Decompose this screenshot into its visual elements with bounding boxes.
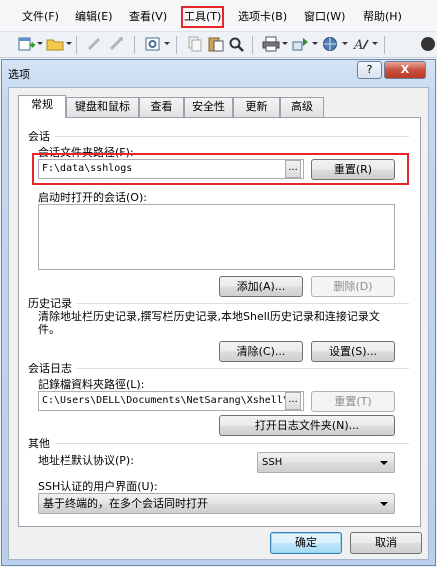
paste-icon[interactable]	[207, 36, 225, 52]
default-protocol-label: 地址栏默认协议(P):	[38, 454, 134, 467]
tab-view[interactable]: 查看	[139, 97, 184, 117]
globe-icon[interactable]	[322, 36, 340, 52]
chevron-down-icon[interactable]	[342, 42, 348, 45]
add-session-button[interactable]: 添加(A)...	[219, 276, 303, 297]
svg-text:A: A	[353, 38, 363, 52]
menu-edit[interactable]: 编辑(E)	[75, 9, 113, 25]
tab-advanced[interactable]: 高级	[280, 97, 324, 117]
ok-button[interactable]: 确定	[270, 532, 342, 554]
toolbar-separator	[134, 36, 135, 54]
log-folder-reset-button[interactable]: 重置(T)	[311, 391, 395, 412]
clear-history-button[interactable]: 清除(C)...	[219, 341, 303, 362]
menu-file[interactable]: 文件(F)	[22, 9, 59, 25]
chevron-down-icon[interactable]	[372, 42, 378, 45]
log-folder-label: 記錄檔資料夾路徑(L):	[38, 378, 145, 391]
history-description: 清除地址栏历史记录,撰写栏历史记录,本地Shell历史记录和连接记录文件。	[38, 310, 380, 336]
transfer-icon[interactable]	[292, 36, 310, 52]
general-tab-panel: 会话 会话文件夹路径(F): F:\data\sshlogs ... 重置(R)…	[18, 117, 421, 527]
chevron-down-icon[interactable]	[282, 42, 288, 45]
menu-help[interactable]: 帮助(H)	[363, 9, 402, 25]
history-settings-button[interactable]: 设置(S)...	[311, 341, 395, 362]
dialog-client: 常规 键盘和鼠标 查看 安全性 更新 高级 会话 会话文件夹路径(F): F:\…	[8, 87, 429, 560]
section-divider	[55, 443, 409, 444]
log-folder-input[interactable]: C:\Users\DELL\Documents\NetSarang\Xshell…	[38, 391, 304, 411]
cancel-button[interactable]: 取消	[350, 532, 422, 554]
toolbar: A	[0, 32, 437, 58]
toolbar-separator	[76, 36, 77, 54]
toolbar-separator	[252, 36, 253, 54]
default-protocol-select[interactable]: SSH	[257, 452, 395, 473]
compose-icon[interactable]	[418, 36, 436, 52]
connect-icon[interactable]	[86, 36, 104, 52]
menu-view[interactable]: 查看(V)	[129, 9, 167, 25]
default-protocol-value: SSH	[262, 457, 283, 468]
close-button[interactable]: X	[384, 61, 426, 79]
chevron-down-icon[interactable]	[164, 42, 170, 45]
dialog-title: 选项	[8, 68, 30, 81]
properties-icon[interactable]	[144, 36, 162, 52]
dialog-titlebar[interactable]: 选项 ? X	[2, 60, 435, 86]
options-dialog: 选项 ? X 常规 键盘和鼠标 查看 安全性 更新 高级 会话 会话文件夹路径(…	[1, 59, 436, 566]
help-button[interactable]: ?	[357, 61, 382, 79]
ssh-auth-ui-value: 基于终端的，在多个会话同时打开	[43, 497, 208, 510]
delete-session-button[interactable]: 删除(D)	[311, 276, 395, 297]
chevron-down-icon[interactable]	[312, 42, 318, 45]
log-folder-browse-button[interactable]: ...	[285, 392, 301, 410]
other-section-title: 其他	[28, 437, 50, 450]
toolbar-separator	[384, 36, 385, 54]
chevron-down-icon	[380, 502, 388, 506]
tab-update[interactable]: 更新	[233, 97, 280, 117]
menu-tabs[interactable]: 选项卡(B)	[238, 9, 287, 25]
new-session-icon[interactable]	[17, 36, 35, 52]
chevron-down-icon[interactable]	[66, 42, 72, 45]
copy-icon[interactable]	[186, 36, 204, 52]
chevron-down-icon	[380, 461, 388, 465]
find-icon[interactable]	[228, 36, 246, 52]
open-folder-icon[interactable]	[46, 36, 64, 52]
startup-sessions-list[interactable]	[38, 204, 395, 270]
tab-security[interactable]: 安全性	[184, 97, 233, 117]
session-log-section-title: 会话日志	[28, 362, 72, 375]
history-section-title: 历史记录	[28, 297, 72, 310]
ssh-auth-ui-select[interactable]: 基于终端的，在多个会话同时打开	[38, 493, 395, 514]
section-divider	[77, 303, 409, 304]
startup-sessions-label: 启动时打开的会话(O):	[38, 191, 147, 204]
menu-bar: 文件(F) 编辑(E) 查看(V) 工具(T) 选项卡(B) 窗口(W) 帮助(…	[0, 0, 437, 32]
section-divider	[55, 136, 409, 137]
toolbar-separator	[176, 36, 177, 54]
menu-tools[interactable]: 工具(T)	[180, 6, 225, 28]
menu-window[interactable]: 窗口(W)	[304, 9, 345, 25]
disconnect-icon[interactable]	[108, 36, 126, 52]
ssh-auth-ui-label: SSH认证的用户界面(U):	[38, 480, 158, 493]
section-divider	[77, 368, 409, 369]
highlight-box	[32, 153, 409, 185]
tab-keyboard-mouse[interactable]: 键盘和鼠标	[66, 97, 139, 117]
open-log-folder-button[interactable]: 打开日志文件夹(N)...	[219, 415, 395, 436]
font-icon[interactable]: A	[352, 36, 370, 52]
tab-general[interactable]: 常规	[18, 95, 66, 118]
print-icon[interactable]	[262, 36, 280, 52]
session-section-title: 会话	[28, 130, 50, 143]
chevron-down-icon[interactable]	[37, 42, 43, 45]
